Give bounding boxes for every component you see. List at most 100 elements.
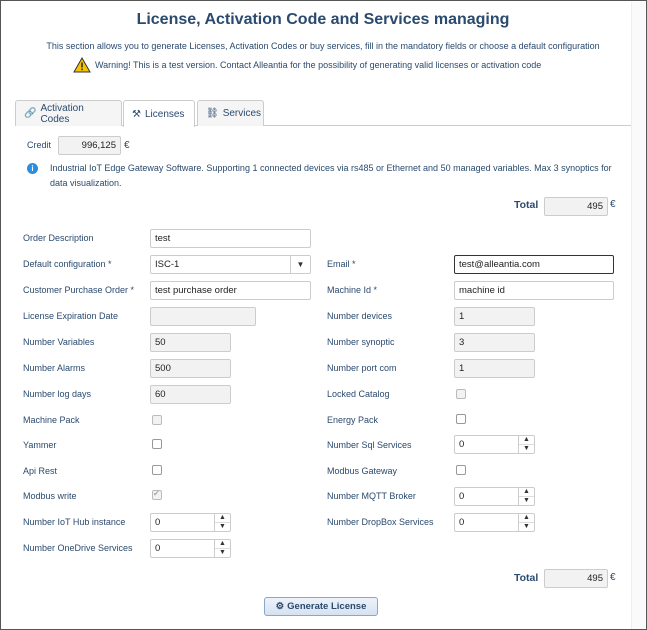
number-port-com-label: Number port com [327,363,397,373]
number-variables-input[interactable]: 50 [150,333,231,352]
mqtt-broker-stepper[interactable]: 0 ▲ ▼ [454,487,535,506]
spinner[interactable]: ▲ ▼ [214,540,230,557]
chevron-up-icon[interactable]: ▲ [215,540,230,548]
sql-services-value: 0 [459,439,465,450]
number-devices-label: Number devices [327,311,393,321]
machine-id-input[interactable]: machine id [454,281,614,300]
iot-hub-label: Number IoT Hub instance [23,517,126,527]
total-currency: € [610,199,616,210]
energy-pack-checkbox[interactable] [456,414,466,424]
api-rest-checkbox[interactable] [152,465,162,475]
number-alarms-input[interactable]: 500 [150,359,231,378]
yammer-checkbox[interactable] [152,439,162,449]
gears-icon: ⚙ [275,601,285,612]
number-variables-label: Number Variables [23,337,95,347]
chevron-down-icon[interactable]: ▼ [215,548,230,557]
tab-services[interactable]: ⛓ Services [197,100,264,126]
iot-hub-value: 0 [155,517,161,528]
locked-catalog-checkbox[interactable] [456,389,466,399]
spinner[interactable]: ▲ ▼ [518,514,534,531]
chevron-down-icon[interactable]: ▼ [215,522,230,531]
tab-activation-codes[interactable]: 🔗 Activation Codes [15,100,122,126]
chevron-up-icon[interactable]: ▲ [519,488,534,496]
onedrive-label: Number OneDrive Services [23,543,133,553]
customer-po-label: Customer Purchase Order * [23,285,135,295]
license-panel: License, Activation Code and Services ma… [0,0,647,630]
number-synoptic-input[interactable]: 3 [454,333,535,352]
license-expiration-input[interactable] [150,307,256,326]
dropbox-label: Number DropBox Services [327,517,434,527]
locked-catalog-label: Locked Catalog [327,389,390,399]
modbus-gateway-checkbox[interactable] [456,465,466,475]
number-log-days-label: Number log days [23,389,92,399]
default-configuration-select[interactable]: ISC-1 ▼ [150,255,311,274]
total-currency: € [610,572,616,583]
chain-icon: ⛓ [206,108,219,119]
sql-services-label: Number Sql Services [327,440,412,450]
tab-label: Services [222,108,262,119]
info-text: Industrial IoT Edge Gateway Software. Su… [50,163,612,188]
iot-hub-stepper[interactable]: 0 ▲ ▼ [150,513,231,532]
yammer-label: Yammer [23,440,57,450]
order-description-input[interactable]: test [150,229,311,248]
spinner[interactable]: ▲ ▼ [214,514,230,531]
total-label: Total [514,572,539,584]
warning-icon [73,57,91,73]
number-synoptic-label: Number synoptic [327,337,395,347]
modbus-write-checkbox[interactable] [152,489,162,500]
machine-id-label: Machine Id * [327,285,378,295]
machine-pack-label: Machine Pack [23,415,80,425]
modbus-write-label: Modbus write [23,491,77,501]
total-value: 495 [544,197,608,216]
email-label: Email * [327,259,356,269]
total-value: 495 [544,569,608,588]
onedrive-value: 0 [155,543,161,554]
spinner[interactable]: ▲ ▼ [518,436,534,453]
info-icon: i [27,163,38,174]
generate-license-label: Generate License [287,601,367,612]
tab-label: Licenses [144,108,185,120]
chevron-up-icon[interactable]: ▲ [215,514,230,522]
sql-services-stepper[interactable]: 0 ▲ ▼ [454,435,535,454]
scrollbar[interactable] [631,2,645,629]
credit-label: Credit [27,140,52,150]
number-log-days-input[interactable]: 60 [150,385,231,404]
chevron-up-icon[interactable]: ▲ [519,436,534,444]
generate-license-button[interactable]: ⚙ Generate License [264,597,378,616]
order-description-label: Order Description [23,233,94,243]
license-expiration-label: License Expiration Date [23,311,119,321]
chevron-down-icon[interactable]: ▼ [290,256,310,273]
chevron-up-icon[interactable]: ▲ [519,514,534,522]
gavel-icon: ⚒ [132,108,141,120]
default-configuration-value: ISC-1 [155,259,180,270]
configuration-info: i Industrial IoT Edge Gateway Software. … [27,161,617,191]
tab-bar: 🔗 Activation Codes ⚒ Licenses ⛓ Services [15,100,631,127]
number-alarms-label: Number Alarms [23,363,86,373]
spinner[interactable]: ▲ ▼ [518,488,534,505]
dropbox-stepper[interactable]: 0 ▲ ▼ [454,513,535,532]
number-devices-input[interactable]: 1 [454,307,535,326]
machine-pack-checkbox[interactable] [152,415,162,425]
tab-licenses[interactable]: ⚒ Licenses [123,100,195,127]
page-subtitle: This section allows you to generate Lice… [46,41,600,51]
credit-value: 996,125 [58,136,121,155]
credit-currency: € [124,140,130,151]
default-configuration-label: Default configuration * [23,259,112,269]
onedrive-stepper[interactable]: 0 ▲ ▼ [150,539,231,558]
energy-pack-label: Energy Pack [327,415,379,425]
total-label: Total [514,199,539,211]
email-input[interactable]: test@alleantia.com [454,255,614,274]
mqtt-broker-label: Number MQTT Broker [327,491,416,501]
chevron-down-icon[interactable]: ▼ [519,496,534,505]
warning-message: Warning! This is a test version. Contact… [73,57,541,73]
dropbox-value: 0 [459,517,465,528]
number-port-com-input[interactable]: 1 [454,359,535,378]
modbus-gateway-label: Modbus Gateway [327,466,398,476]
mqtt-broker-value: 0 [459,491,465,502]
warning-text: Warning! This is a test version. Contact… [95,60,542,70]
chevron-down-icon[interactable]: ▼ [519,522,534,531]
tab-label: Activation Codes [40,102,84,125]
customer-po-input[interactable]: test purchase order [150,281,311,300]
chevron-down-icon[interactable]: ▼ [519,444,534,453]
page-title: License, Activation Code and Services ma… [136,11,510,28]
